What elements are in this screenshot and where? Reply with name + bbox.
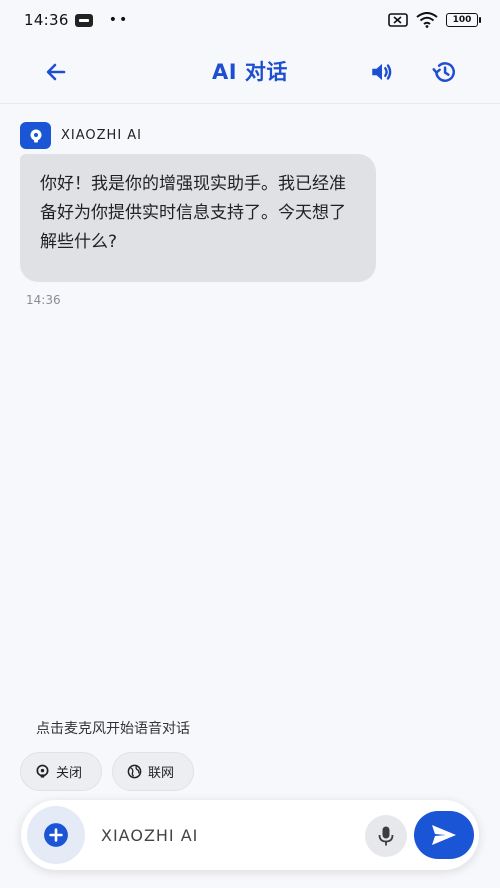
message-timestamp: 14:36 (26, 293, 61, 307)
status-dots: •• (108, 12, 130, 28)
volume-icon (372, 63, 392, 81)
network-chip[interactable]: 联网 (112, 752, 194, 791)
microphone-button[interactable] (365, 815, 407, 857)
sender-name: XIAOZHI AI (61, 128, 143, 143)
history-button[interactable] (424, 52, 464, 92)
notification-icon (74, 13, 93, 27)
add-button[interactable] (27, 806, 85, 864)
plus-circle-icon (44, 823, 68, 847)
ai-avatar (20, 122, 51, 149)
status-time: 14:36 (24, 11, 69, 29)
microphone-icon (378, 826, 394, 846)
sim-missing-icon (388, 13, 408, 27)
message-input[interactable] (101, 814, 361, 856)
wifi-icon (416, 12, 438, 28)
send-icon (432, 825, 456, 845)
battery-icon: 100 (446, 13, 481, 27)
status-bar: 14:36 •• 100 (0, 0, 500, 40)
battery-level: 100 (452, 15, 472, 25)
status-right: 100 (388, 12, 481, 28)
status-left: 14:36 •• (24, 11, 129, 29)
send-button[interactable] (414, 811, 474, 859)
app-bar: AI 对话 (0, 40, 500, 104)
brain-head-icon (30, 129, 41, 142)
ai-message-bubble: 你好！我是你的增强现实助手。我已经准备好为你提供实时信息支持了。今天想了解些什么… (20, 154, 376, 282)
voice-hint: 点击麦克风开始语音对话 (36, 721, 190, 737)
input-bar (21, 800, 479, 870)
message-text: 你好！我是你的增强现实助手。我已经准备好为你提供实时信息支持了。今天想了解些什么… (40, 174, 346, 252)
volume-button[interactable] (362, 52, 402, 92)
close-chip-label: 关闭 (56, 766, 83, 781)
close-chip[interactable]: 关闭 (20, 752, 102, 791)
brain-head-icon (36, 764, 49, 778)
network-chip-label: 联网 (148, 766, 175, 781)
globe-icon (127, 764, 142, 779)
history-icon (432, 62, 455, 82)
message-sender: XIAOZHI AI (20, 122, 142, 149)
